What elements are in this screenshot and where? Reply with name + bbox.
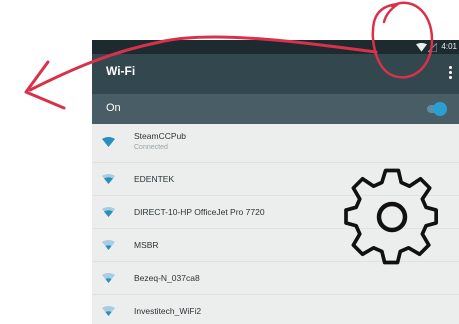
signal-icon: [428, 43, 437, 52]
wifi-icon: [102, 207, 115, 217]
wifi-toggle-switch[interactable]: [425, 102, 447, 116]
network-name: DIRECT-10-HP OfficeJet Pro 7720: [134, 207, 265, 217]
network-row[interactable]: DIRECT-10-HP OfficeJet Pro 7720: [92, 196, 459, 229]
network-list: SteamCCPub Connected EDENTEK DIRECT-10-H…: [92, 124, 459, 324]
wifi-master-switch-row[interactable]: On: [92, 94, 459, 124]
network-status: Connected: [134, 144, 168, 151]
more-vert-icon[interactable]: [445, 64, 455, 84]
network-name: SteamCCPub: [134, 131, 186, 141]
wifi-icon: [102, 240, 115, 250]
status-bar: 4:01: [92, 40, 459, 54]
wifi-icon: [102, 306, 115, 316]
network-name: Investitech_WiFi2: [134, 306, 202, 316]
toggle-thumb: [433, 102, 447, 116]
wifi-icon: [102, 137, 115, 147]
wifi-switch-label: On: [106, 102, 121, 114]
network-name: Bezeq-N_037ca8: [134, 273, 200, 283]
network-row[interactable]: Bezeq-N_037ca8: [92, 262, 459, 295]
page-title: Wi-Fi: [106, 64, 136, 78]
network-row[interactable]: Investitech_WiFi2: [92, 295, 459, 324]
network-name: EDENTEK: [134, 174, 175, 184]
network-row[interactable]: SteamCCPub Connected: [92, 124, 459, 163]
wifi-icon: [102, 273, 115, 283]
network-row[interactable]: EDENTEK: [92, 163, 459, 196]
device-screen: 4:01 Wi-Fi On SteamCCPub Connected EDENT…: [92, 40, 459, 324]
app-bar: Wi-Fi: [92, 54, 459, 94]
arrow-head: [24, 60, 66, 110]
status-time: 4:01: [441, 42, 457, 51]
status-wifi-icon: [416, 43, 427, 52]
network-row[interactable]: MSBR: [92, 229, 459, 262]
network-name: MSBR: [134, 240, 159, 250]
wifi-icon: [102, 174, 115, 184]
